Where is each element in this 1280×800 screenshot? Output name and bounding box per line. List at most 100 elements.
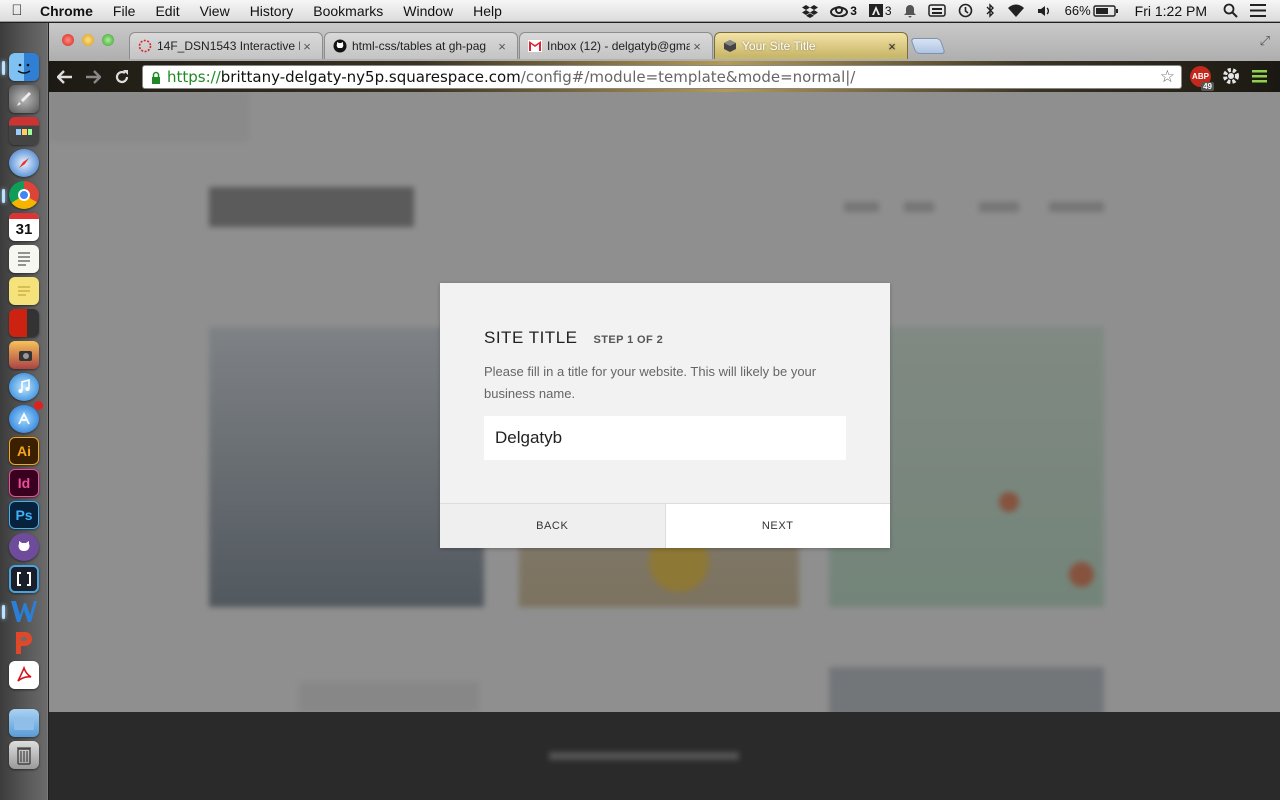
dialog-header: SITE TITLE STEP 1 OF 2 <box>484 328 663 348</box>
browser-toolbar: https://brittany-delgaty-ny5p.squarespac… <box>49 61 1280 92</box>
creative-cloud-status[interactable]: 3 <box>824 4 863 18</box>
tab-title: Your Site Title <box>742 39 816 53</box>
wifi-icon[interactable] <box>1001 4 1031 18</box>
photoshop-icon[interactable]: Ps <box>9 501 39 529</box>
photo-slideshow-icon[interactable] <box>9 309 39 337</box>
photo-booth-icon[interactable] <box>9 117 39 145</box>
loading-spinner-icon <box>138 39 152 53</box>
tab-github-tables[interactable]: html-css/tables at gh-pag × <box>324 32 518 59</box>
illustrator-icon[interactable]: Ai <box>9 437 39 465</box>
spotlight-search-icon[interactable] <box>1217 3 1244 18</box>
word-icon[interactable] <box>9 597 39 625</box>
chrome-icon[interactable] <box>9 181 39 209</box>
site-title-dialog: SITE TITLE STEP 1 OF 2 Please fill in a … <box>440 283 890 548</box>
calendar-icon[interactable]: 31 <box>9 213 39 241</box>
zoom-window-button[interactable] <box>102 34 114 46</box>
extension-gear-icon[interactable] <box>1221 66 1241 91</box>
dialog-description: Please fill in a title for your website.… <box>484 364 817 401</box>
dialog-actions: BACK NEXT <box>440 503 890 548</box>
app-store-icon[interactable] <box>9 401 43 433</box>
battery-percent: 66% <box>1064 3 1091 18</box>
menu-edit[interactable]: Edit <box>145 3 189 19</box>
lock-icon <box>151 71 161 84</box>
battery-status[interactable]: 66% <box>1059 3 1125 18</box>
back-arrow-icon[interactable] <box>54 66 76 88</box>
app-store-badge <box>34 401 43 410</box>
close-tab-icon[interactable]: × <box>885 39 899 54</box>
browser-window: 14F_DSN1543 Interactive D × html-css/tab… <box>49 23 1280 800</box>
adblock-plus-icon[interactable]: ABP 49 <box>1190 66 1214 91</box>
fullscreen-icon[interactable]: ⤢ <box>1260 33 1270 49</box>
calendar-day: 31 <box>15 221 33 238</box>
powerpoint-icon[interactable] <box>9 629 39 657</box>
back-button[interactable]: BACK <box>440 504 666 548</box>
menu-bookmarks[interactable]: Bookmarks <box>303 3 393 19</box>
battery-icon <box>1092 4 1118 17</box>
itunes-icon[interactable] <box>9 373 39 401</box>
textedit-icon[interactable] <box>9 245 39 273</box>
keyboard-icon[interactable] <box>922 4 952 17</box>
time-machine-icon[interactable] <box>952 3 979 18</box>
close-tab-icon[interactable]: × <box>495 39 509 54</box>
chrome-menu-icon[interactable] <box>1252 68 1268 89</box>
step-indicator: STEP 1 OF 2 <box>593 334 664 346</box>
dropbox-icon[interactable] <box>796 4 824 18</box>
menu-app-name[interactable]: Chrome <box>34 3 103 19</box>
creative-cloud-icon <box>830 5 849 17</box>
running-indicator <box>2 605 5 619</box>
brackets-icon[interactable] <box>9 565 39 593</box>
close-tab-icon[interactable]: × <box>690 39 704 54</box>
adobe-updates-status[interactable]: 3 <box>863 4 898 18</box>
volume-icon[interactable] <box>1031 4 1059 18</box>
url-host: brittany-delgaty-ny5p.squarespace.com <box>220 68 521 86</box>
url-scheme: https:// <box>167 68 221 86</box>
tab-dsn1543[interactable]: 14F_DSN1543 Interactive D × <box>129 32 323 59</box>
safari-icon[interactable] <box>9 149 39 177</box>
creative-cloud-count: 3 <box>850 3 857 18</box>
dialog-title: SITE TITLE <box>484 328 578 347</box>
bookmark-star-icon[interactable]: ☆ <box>1160 67 1175 87</box>
notification-bell-icon[interactable] <box>898 4 922 18</box>
folder-icon[interactable] <box>9 709 39 737</box>
url-path: /config#/module=template&mode=normal|/ <box>520 68 856 86</box>
iphoto-icon[interactable] <box>9 341 39 369</box>
adobe-icon <box>868 4 883 17</box>
launchpad-icon[interactable] <box>9 85 39 113</box>
menu-bar:  Chrome File Edit View History Bookmark… <box>0 0 1280 22</box>
notification-center-icon[interactable] <box>1244 4 1272 17</box>
close-tab-icon[interactable]: × <box>300 39 314 54</box>
adobe-updates-count: 3 <box>884 3 892 18</box>
running-indicator <box>2 61 5 75</box>
dock: 31 Ai Id Ps <box>0 23 48 800</box>
forward-arrow-icon[interactable] <box>82 66 104 88</box>
tab-title: 14F_DSN1543 Interactive D <box>157 39 300 53</box>
tab-title: html-css/tables at gh-pag <box>352 39 487 53</box>
menu-file[interactable]: File <box>103 3 146 19</box>
github-icon[interactable] <box>9 533 39 561</box>
menu-help[interactable]: Help <box>463 3 512 19</box>
close-window-button[interactable] <box>62 34 74 46</box>
bluetooth-icon[interactable] <box>979 3 1001 18</box>
new-tab-button[interactable] <box>910 38 946 54</box>
next-button[interactable]: NEXT <box>665 504 890 548</box>
tab-gmail-inbox[interactable]: Inbox (12) - delgatyb@gma × <box>519 32 713 59</box>
adblock-count: 49 <box>1201 82 1214 91</box>
indesign-icon[interactable]: Id <box>9 469 39 497</box>
tab-strip: 14F_DSN1543 Interactive D × html-css/tab… <box>49 23 1280 61</box>
status-area: 3 3 66% Fri 1:22 PM <box>796 0 1280 22</box>
reload-icon[interactable] <box>111 66 133 88</box>
acrobat-icon[interactable] <box>9 661 39 689</box>
address-bar[interactable]: https://brittany-delgaty-ny5p.squarespac… <box>142 65 1182 89</box>
finder-icon[interactable] <box>9 53 39 81</box>
stickies-icon[interactable] <box>9 277 39 305</box>
menu-window[interactable]: Window <box>393 3 463 19</box>
menu-view[interactable]: View <box>190 3 240 19</box>
apple-menu-icon[interactable]:  <box>0 2 34 19</box>
clock[interactable]: Fri 1:22 PM <box>1125 3 1217 19</box>
minimize-window-button[interactable] <box>82 34 94 46</box>
tab-title: Inbox (12) - delgatyb@gma <box>547 39 690 53</box>
trash-icon[interactable] <box>9 741 39 769</box>
tab-your-site-title[interactable]: Your Site Title × <box>714 32 908 59</box>
menu-history[interactable]: History <box>240 3 304 19</box>
site-title-input[interactable] <box>484 416 846 460</box>
